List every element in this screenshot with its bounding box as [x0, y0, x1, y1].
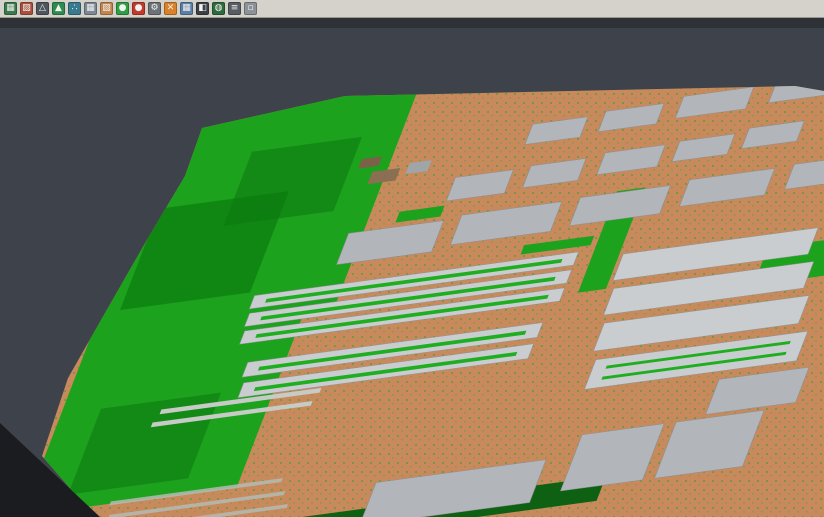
orthophoto-icon[interactable]: ▧ [100, 2, 113, 15]
tiles-icon[interactable]: ▦ [180, 2, 193, 15]
wireframe-icon[interactable]: △ [36, 2, 49, 15]
dem-layers-icon[interactable]: ▦ [4, 2, 17, 15]
globe-icon[interactable]: ◍ [212, 2, 225, 15]
settings-gear-icon[interactable]: ⚙ [148, 2, 161, 15]
3d-viewport[interactable] [0, 28, 824, 517]
terrain-icon[interactable]: ▲ [52, 2, 65, 15]
delete-icon[interactable]: ✕ [164, 2, 177, 15]
minimize-icon[interactable]: ▫ [244, 2, 257, 15]
grid-icon[interactable]: ▦ [84, 2, 97, 15]
terrain-layer [0, 28, 824, 517]
toolbar-separator [0, 18, 824, 28]
list-icon[interactable]: ≡ [228, 2, 241, 15]
run-icon[interactable]: ● [116, 2, 129, 15]
toolbar: ▦▨△▲∴▦▧●●⚙✕▦◧◍≡▫ [0, 0, 824, 18]
contrast-icon[interactable]: ◧ [196, 2, 209, 15]
stop-icon[interactable]: ● [132, 2, 145, 15]
pointcloud-scene-image [0, 28, 824, 517]
raster-icon[interactable]: ▨ [20, 2, 33, 15]
pointcloud-icon[interactable]: ∴ [68, 2, 81, 15]
application-window: ▦▨△▲∴▦▧●●⚙✕▦◧◍≡▫ [0, 0, 824, 517]
